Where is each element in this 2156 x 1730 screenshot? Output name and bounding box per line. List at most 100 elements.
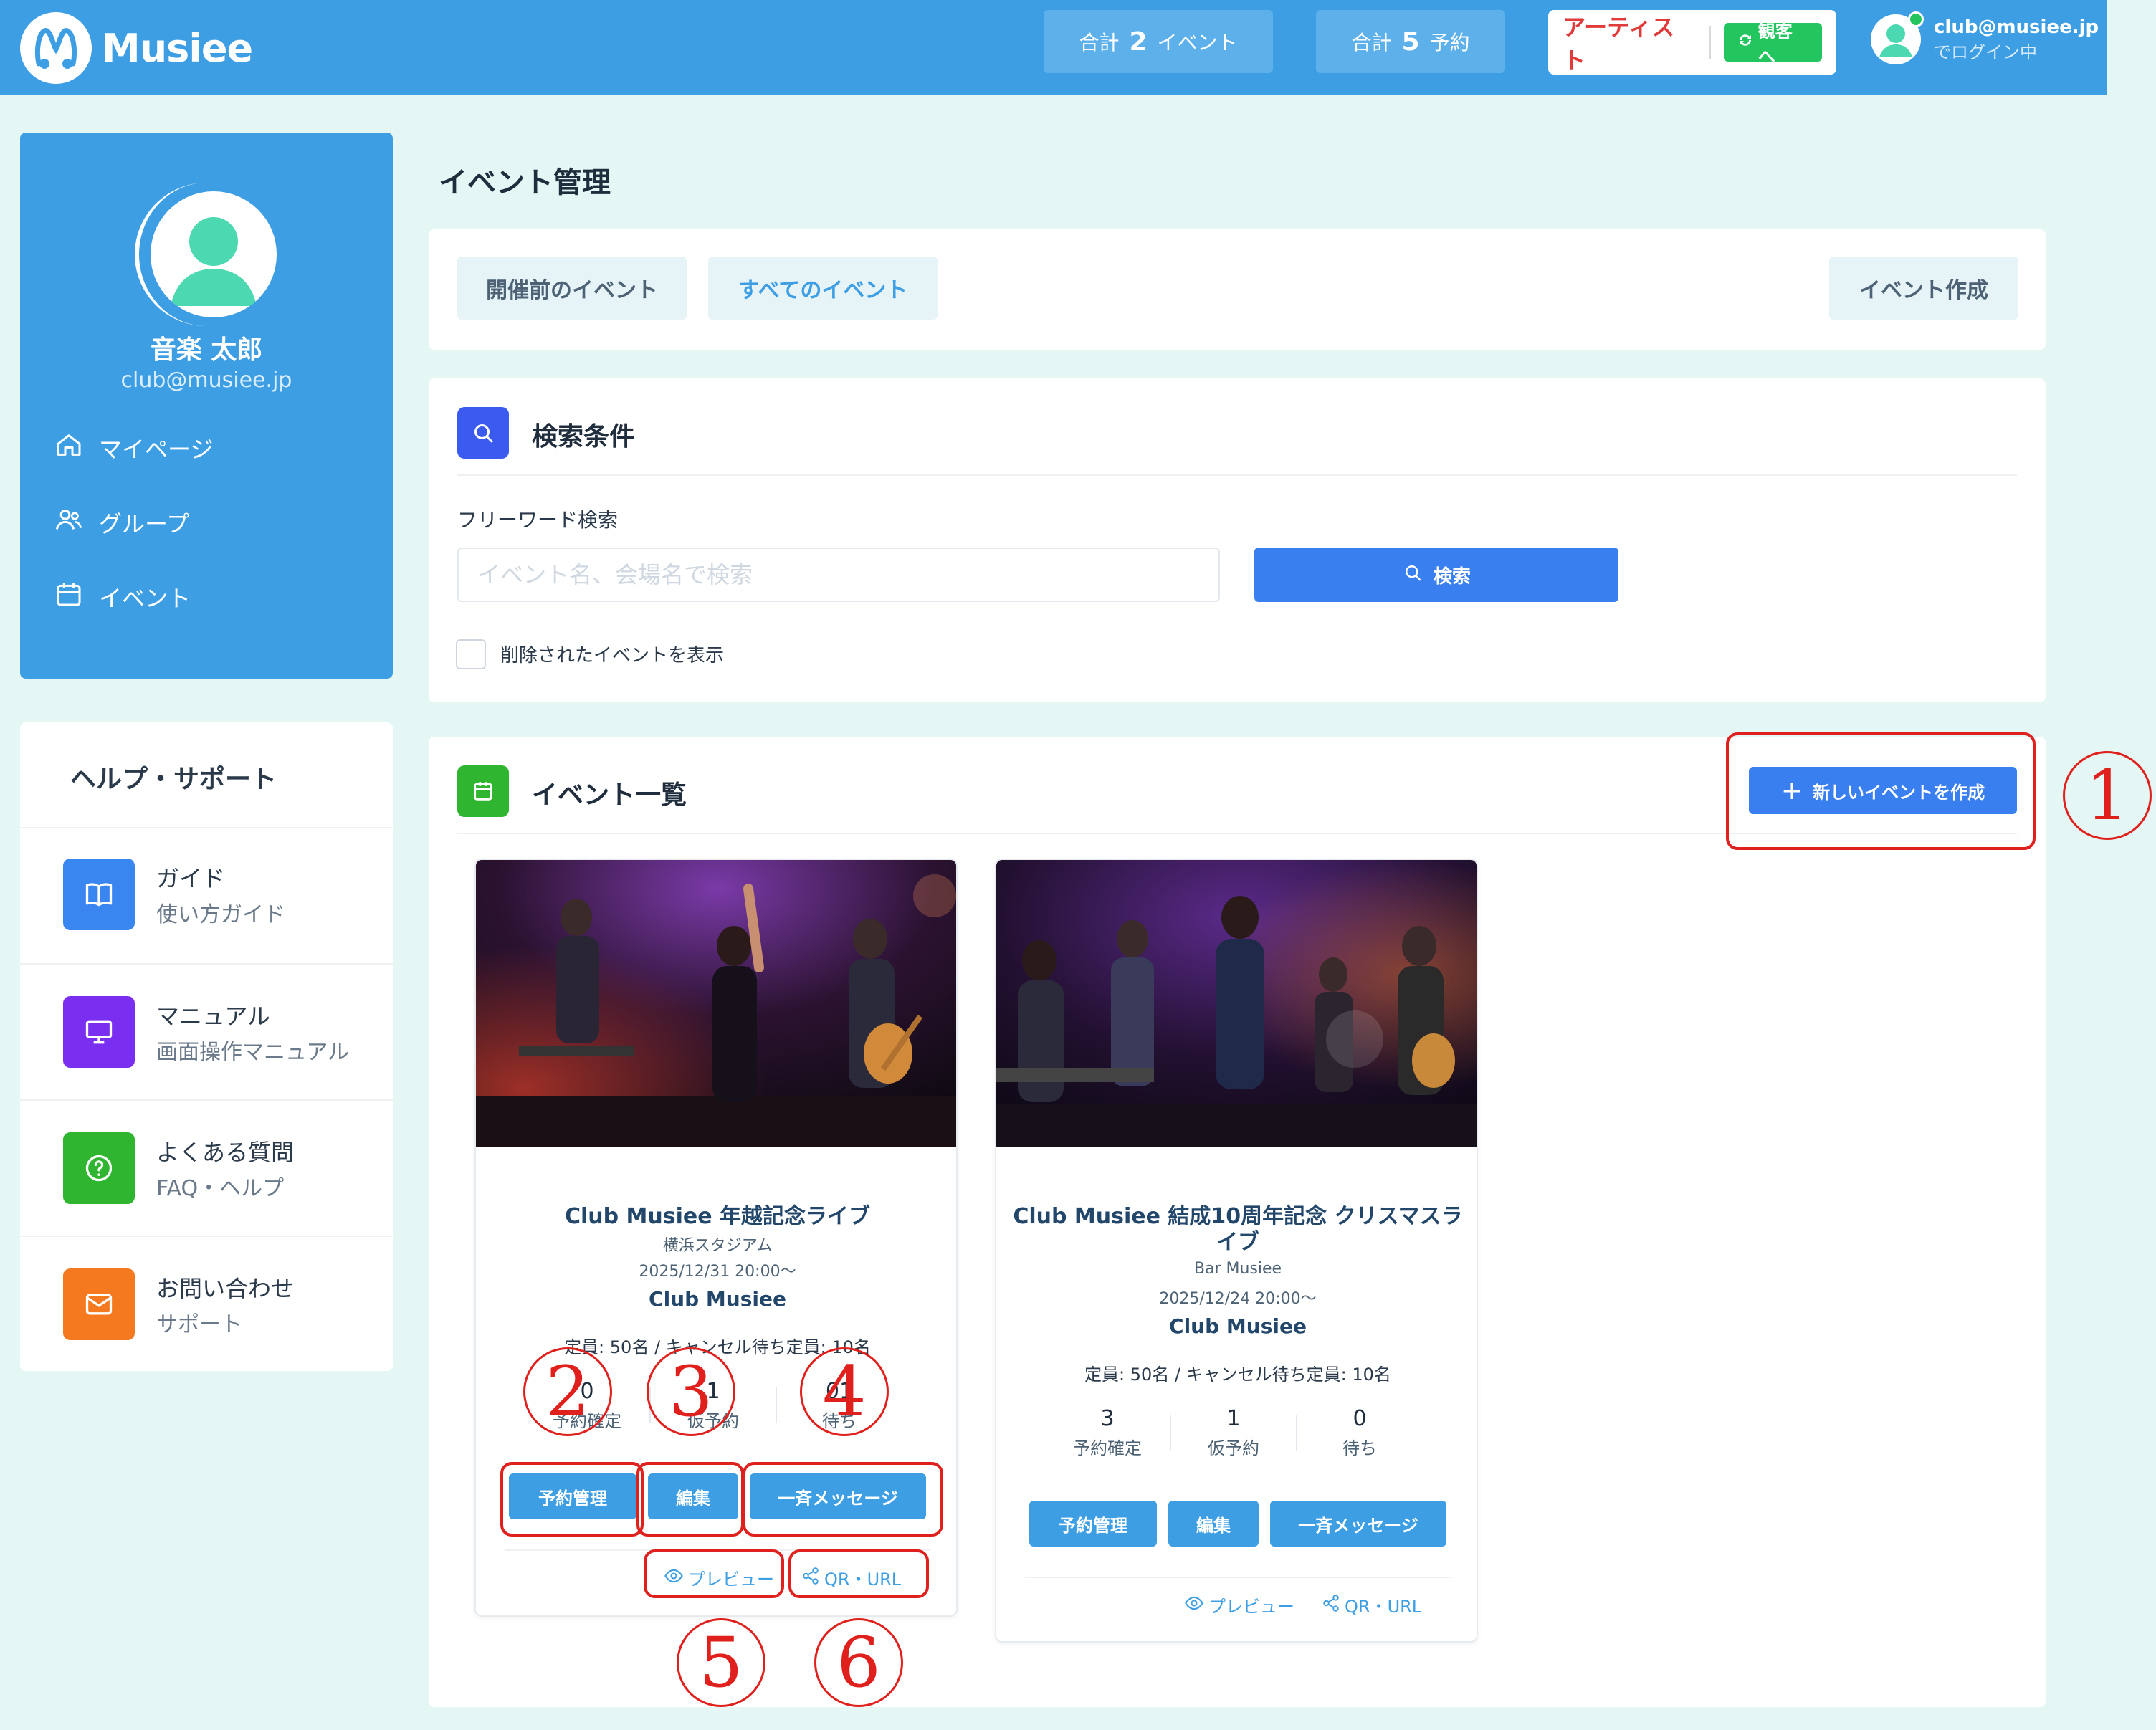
stat-value: 5 xyxy=(1401,27,1420,57)
home-icon xyxy=(54,431,83,465)
stat-label: 予約確定 xyxy=(1073,1438,1142,1458)
show-deleted-label: 削除されたイベントを表示 xyxy=(500,645,725,666)
reservation-manage-button[interactable]: 予約管理 xyxy=(509,1473,636,1519)
divider xyxy=(457,833,2017,834)
edit-button[interactable]: 編集 xyxy=(1168,1501,1259,1547)
bulk-message-button[interactable]: 一斉メッセージ xyxy=(1270,1501,1446,1547)
annotation-number-2: 2 xyxy=(523,1347,612,1436)
stat-value: 2 xyxy=(1129,27,1148,57)
event-datetime: 2025/12/24 20:00〜 xyxy=(1159,1290,1317,1308)
share-icon xyxy=(801,1567,820,1590)
divider xyxy=(20,1236,393,1237)
tab-all-events[interactable]: すべてのイベント xyxy=(708,257,938,320)
sidebar-item-label: グループ xyxy=(99,510,190,537)
help-item-subtitle: 使い方ガイド xyxy=(156,902,285,927)
event-list-card: イベント一覧 + 新しいイベントを作成 Club Musiee 年越記念ライブ … xyxy=(429,737,2046,1707)
mail-icon xyxy=(63,1268,135,1340)
qr-url-link[interactable]: QR・URL xyxy=(801,1565,901,1590)
qr-url-label: QR・URL xyxy=(824,1569,902,1590)
sidebar-item-event[interactable]: イベント xyxy=(54,575,191,618)
help-item-faq[interactable]: よくある質問 FAQ・ヘルプ xyxy=(63,1132,294,1204)
event-photo xyxy=(996,860,1477,1147)
users-icon xyxy=(54,505,83,540)
tab-upcoming-events[interactable]: 開催前のイベント xyxy=(457,257,687,320)
preview-link[interactable]: プレビュー xyxy=(1184,1592,1294,1617)
help-item-subtitle: サポート xyxy=(156,1312,242,1337)
sidebar-item-label: イベント xyxy=(99,585,191,612)
stat-waiting: 0 待ち xyxy=(1306,1406,1413,1459)
event-card: Club Musiee 結成10周年記念 クリスマスライブ Bar Musiee… xyxy=(995,859,1478,1643)
mode-divider xyxy=(1709,26,1711,59)
stat-prefix: 合計 xyxy=(1351,31,1392,54)
new-event-button[interactable]: + 新しいイベントを作成 xyxy=(1749,767,2017,814)
stat-label: 仮予約 xyxy=(1208,1438,1259,1458)
help-item-title: ガイド xyxy=(156,865,226,892)
sidebar-item-mypage[interactable]: マイページ xyxy=(54,426,213,469)
search-button-label: 検索 xyxy=(1433,565,1471,588)
brand[interactable]: Musiee xyxy=(20,9,253,87)
preview-label: プレビュー xyxy=(1208,1597,1294,1617)
stat-divider xyxy=(1296,1415,1297,1451)
divider xyxy=(1025,1577,1451,1578)
switch-to-audience-button[interactable]: 観客へ xyxy=(1723,21,1822,67)
search-section-title: 検索条件 xyxy=(532,422,636,451)
show-deleted-checkbox[interactable] xyxy=(456,639,486,669)
help-item-text: よくある質問 FAQ・ヘルプ xyxy=(156,1134,294,1202)
free-word-label: フリーワード検索 xyxy=(457,508,619,532)
help-item-title: よくある質問 xyxy=(156,1139,295,1166)
annotation-number-3: 3 xyxy=(647,1347,735,1436)
create-event-tab[interactable]: イベント作成 xyxy=(1829,257,2018,320)
help-item-subtitle: FAQ・ヘルプ xyxy=(156,1176,285,1201)
question-icon xyxy=(63,1132,135,1204)
divider xyxy=(505,1549,930,1551)
sidebar-item-group[interactable]: グループ xyxy=(54,501,189,544)
help-item-title: お問い合わせ xyxy=(156,1275,295,1302)
search-icon xyxy=(457,407,509,459)
annotation-number-6: 6 xyxy=(814,1618,903,1707)
edit-button[interactable]: 編集 xyxy=(648,1473,738,1519)
user-avatar-icon xyxy=(1871,11,1924,64)
stat-value: 0 xyxy=(1353,1406,1367,1431)
event-title: Club Musiee 結成10周年記念 クリスマスライブ xyxy=(1013,1204,1463,1255)
refresh-icon xyxy=(1737,32,1754,53)
event-capacity: 定員: 50名 / キャンセル待ち定員: 10名 xyxy=(1084,1365,1391,1385)
user-email: club@musiee.jp xyxy=(1934,16,2099,38)
search-icon xyxy=(1402,562,1423,588)
search-input[interactable] xyxy=(457,548,1220,602)
help-item-contact[interactable]: お問い合わせ サポート xyxy=(63,1268,294,1340)
event-organizer: Club Musiee xyxy=(1169,1314,1307,1338)
help-item-text: お問い合わせ サポート xyxy=(156,1271,294,1338)
avatar-icon xyxy=(151,191,277,317)
page-title: イベント管理 xyxy=(439,166,611,199)
annotation-number-5: 5 xyxy=(677,1618,765,1707)
event-datetime: 2025/12/31 20:00〜 xyxy=(639,1263,796,1281)
profile-name: 音楽 太郎 xyxy=(150,335,263,365)
search-button[interactable]: 検索 xyxy=(1254,548,1618,602)
event-title: Club Musiee 年越記念ライブ xyxy=(564,1204,871,1229)
total-events-badge: 合計 2 イベント xyxy=(1044,10,1273,73)
user-menu[interactable]: club@musiee.jp でログイン中 xyxy=(1871,11,2099,64)
eye-icon xyxy=(1184,1593,1204,1617)
total-reservations-badge: 合計 5 予約 xyxy=(1316,10,1505,73)
event-tabs-card: 開催前のイベント すべてのイベント イベント作成 xyxy=(429,229,2046,350)
login-status: でログイン中 xyxy=(1934,42,2037,62)
search-conditions-card: 検索条件 フリーワード検索 検索 削除されたイベントを表示 xyxy=(429,378,2046,702)
annotation-number-4: 4 xyxy=(800,1347,889,1436)
preview-label: プレビュー xyxy=(688,1569,774,1590)
help-item-text: マニュアル 画面操作マニュアル xyxy=(156,998,349,1066)
event-organizer: Club Musiee xyxy=(649,1287,786,1311)
qr-url-label: QR・URL xyxy=(1345,1597,1422,1617)
eye-icon xyxy=(664,1566,684,1590)
calendar-icon xyxy=(457,765,509,817)
event-list-title: イベント一覧 xyxy=(532,780,687,810)
help-item-text: ガイド 使い方ガイド xyxy=(156,861,285,928)
annotation-number-1: 1 xyxy=(2063,751,2152,840)
book-icon xyxy=(63,859,135,930)
divider xyxy=(20,963,393,965)
bulk-message-button[interactable]: 一斉メッセージ xyxy=(750,1473,926,1519)
reservation-manage-button[interactable]: 予約管理 xyxy=(1029,1501,1157,1547)
help-item-manual[interactable]: マニュアル 画面操作マニュアル xyxy=(63,996,349,1068)
help-item-guide[interactable]: ガイド 使い方ガイド xyxy=(63,859,285,930)
qr-url-link[interactable]: QR・URL xyxy=(1322,1592,1421,1617)
preview-link[interactable]: プレビュー xyxy=(664,1565,774,1590)
